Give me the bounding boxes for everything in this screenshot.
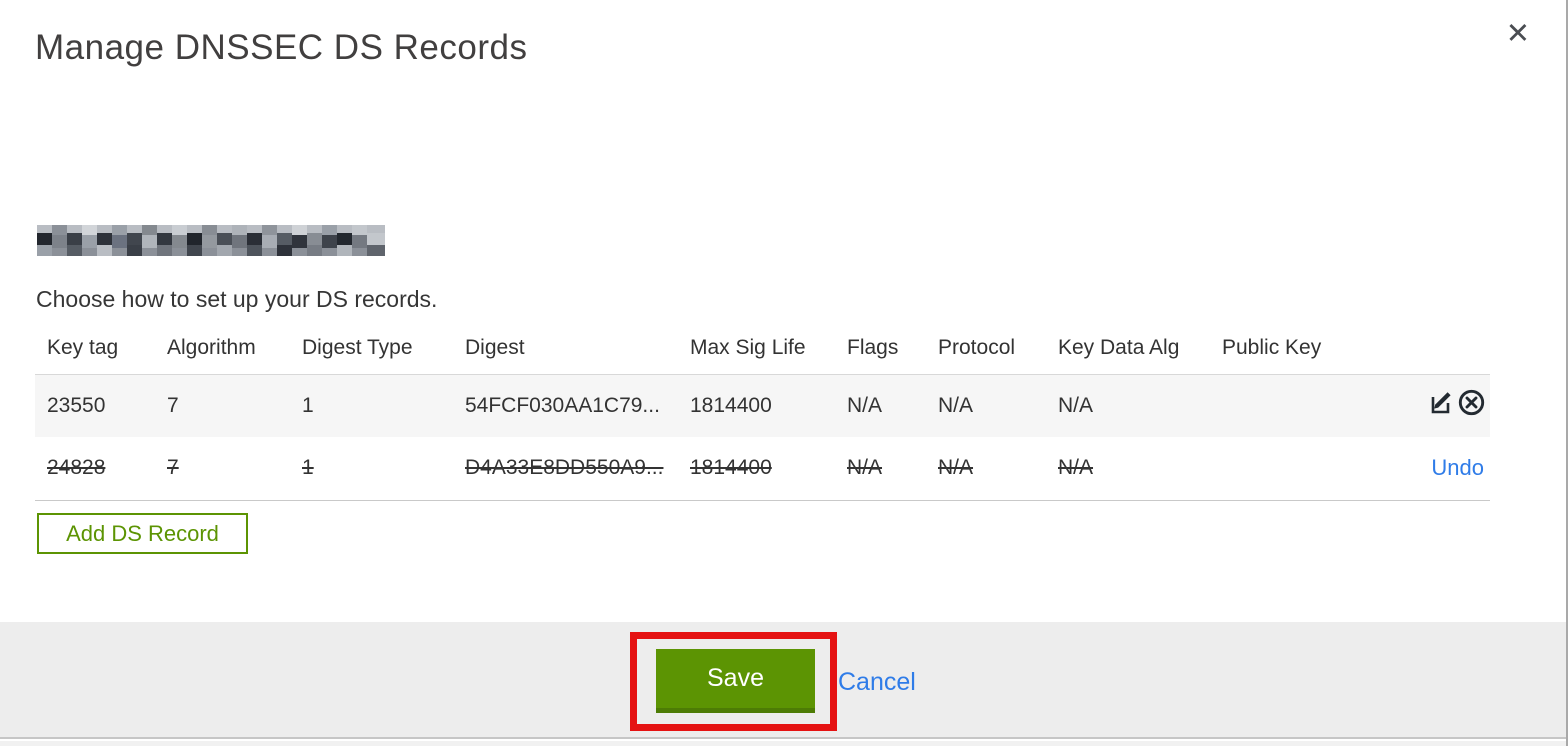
col-digest: Digest	[465, 335, 525, 359]
undo-link[interactable]: Undo	[1431, 455, 1486, 480]
col-actions	[1390, 322, 1490, 374]
cell-key-data-alg: N/A	[1058, 393, 1094, 417]
cell-key-data-alg: N/A	[1058, 456, 1094, 480]
subtitle: Choose how to set up your DS records.	[36, 286, 438, 312]
cell-digest: D4A33E8DD550A9...	[465, 456, 664, 480]
col-flags: Flags	[847, 335, 899, 359]
cell-protocol: N/A	[938, 456, 974, 480]
cell-flags: N/A	[847, 456, 883, 480]
dialog-title: Manage DNSSEC DS Records	[35, 28, 528, 67]
bottom-strip	[0, 741, 1566, 746]
col-max-sig-life: Max Sig Life	[690, 335, 806, 359]
save-button[interactable]: Save	[656, 649, 815, 713]
cell-algorithm: 7	[167, 393, 179, 417]
cell-public-key	[1210, 374, 1390, 437]
delete-record-icon[interactable]	[1457, 388, 1486, 423]
redacted-domain-name	[37, 225, 385, 256]
table-row-deleted: 24828 7 1 D4A33E8DD550A9... 1814400 N/A …	[35, 437, 1490, 500]
cell-public-key	[1210, 437, 1390, 500]
cell-algorithm: 7	[167, 456, 179, 480]
cell-key-tag: 24828	[47, 456, 106, 480]
col-key-data-alg: Key Data Alg	[1058, 335, 1180, 359]
edit-record-icon[interactable]	[1428, 389, 1455, 422]
ds-records-table: Key tag Algorithm Digest Type Digest Max…	[35, 322, 1490, 501]
cancel-link[interactable]: Cancel	[838, 668, 916, 697]
cell-digest: 54FCF030AA1C79...	[465, 393, 660, 417]
cell-flags: N/A	[847, 393, 883, 417]
cell-max-sig-life: 1814400	[690, 393, 772, 417]
col-algorithm: Algorithm	[167, 335, 256, 359]
col-digest-type: Digest Type	[302, 335, 413, 359]
col-public-key: Public Key	[1222, 335, 1322, 359]
cell-key-tag: 23550	[47, 393, 106, 417]
cell-digest-type: 1	[302, 456, 314, 480]
add-ds-record-button[interactable]: Add DS Record	[37, 513, 248, 554]
table-header-row: Key tag Algorithm Digest Type Digest Max…	[35, 322, 1490, 374]
cell-digest-type: 1	[302, 393, 314, 417]
cell-protocol: N/A	[938, 393, 974, 417]
cell-max-sig-life: 1814400	[690, 456, 772, 480]
col-protocol: Protocol	[938, 335, 1016, 359]
close-icon[interactable]: ✕	[1506, 20, 1530, 49]
manage-dnssec-dialog: Manage DNSSEC DS Records ✕ Choose how to…	[0, 0, 1568, 746]
table-row: 23550 7 1 54FCF030AA1C79... 1814400 N/A …	[35, 374, 1490, 437]
col-key-tag: Key tag	[47, 335, 119, 359]
